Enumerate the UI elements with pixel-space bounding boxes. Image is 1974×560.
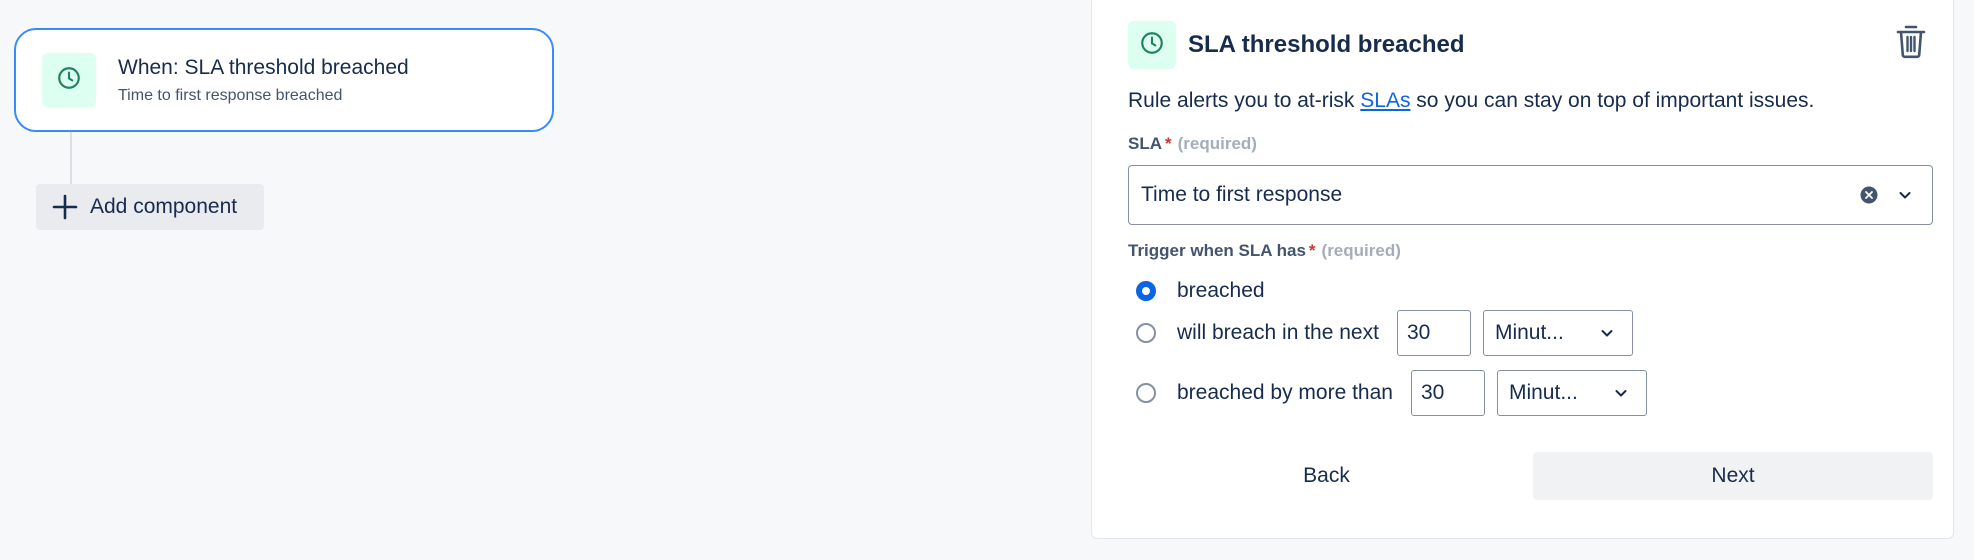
clock-icon bbox=[1139, 30, 1165, 61]
next-button[interactable]: Next bbox=[1533, 452, 1933, 500]
add-component-button[interactable]: Add component bbox=[36, 184, 264, 230]
radio-option-will-breach[interactable]: will breach in the next Minut... bbox=[1136, 309, 1633, 357]
rule-canvas: When: SLA threshold breached Time to fir… bbox=[0, 0, 1090, 560]
trigger-subtitle: Time to first response breached bbox=[118, 86, 343, 104]
radio-option-breached[interactable]: breached bbox=[1136, 267, 1265, 315]
panel-icon-box bbox=[1128, 21, 1176, 69]
breached-by-unit-select[interactable]: Minut... bbox=[1496, 370, 1647, 416]
sla-select[interactable]: Time to first response bbox=[1128, 165, 1933, 225]
radio-breached-by[interactable] bbox=[1136, 383, 1156, 403]
description-text: Rule alerts you to at-risk SLAs so you c… bbox=[1128, 89, 1814, 113]
sla-label-text: SLA bbox=[1128, 134, 1162, 153]
trigger-card[interactable]: When: SLA threshold breached Time to fir… bbox=[14, 28, 554, 132]
component-config-panel: SLA threshold breached Rule alerts you t… bbox=[1091, 0, 1954, 539]
description-after: so you can stay on top of important issu… bbox=[1410, 89, 1815, 112]
required-text: (required) bbox=[1321, 241, 1401, 260]
delete-button[interactable] bbox=[1893, 23, 1929, 63]
unit-select-value: Minut... bbox=[1508, 381, 1578, 404]
trigger-title: When: SLA threshold breached bbox=[118, 55, 409, 79]
slas-link[interactable]: SLAs bbox=[1360, 89, 1410, 112]
trash-icon bbox=[1896, 23, 1926, 64]
unit-select-value: Minut... bbox=[1494, 321, 1564, 344]
panel-title: SLA threshold breached bbox=[1188, 31, 1465, 58]
description-before: Rule alerts you to at-risk bbox=[1128, 89, 1361, 112]
radio-label[interactable]: breached bbox=[1177, 279, 1265, 303]
clock-icon bbox=[56, 65, 82, 96]
trigger-icon-box bbox=[42, 53, 96, 107]
radio-label[interactable]: breached by more than bbox=[1177, 381, 1393, 405]
back-button[interactable]: Back bbox=[1128, 452, 1525, 500]
trigger-label-text: Trigger when SLA has bbox=[1128, 241, 1306, 260]
breached-by-amount-input[interactable] bbox=[1410, 370, 1485, 416]
connector-line bbox=[70, 132, 72, 186]
add-component-label: Add component bbox=[90, 195, 238, 218]
clear-icon[interactable] bbox=[1858, 184, 1880, 206]
will-breach-amount-input[interactable] bbox=[1396, 310, 1471, 356]
trigger-field-label: Trigger when SLA has * (required) bbox=[1128, 241, 1401, 261]
will-breach-unit-select[interactable]: Minut... bbox=[1482, 310, 1633, 356]
radio-will-breach[interactable] bbox=[1136, 323, 1156, 343]
required-star: * bbox=[1308, 241, 1316, 260]
required-star: * bbox=[1165, 134, 1172, 153]
radio-option-breached-by[interactable]: breached by more than Minut... bbox=[1136, 369, 1647, 417]
radio-breached[interactable] bbox=[1136, 281, 1156, 301]
panel-header: SLA threshold breached bbox=[1128, 21, 1465, 69]
chevron-down-icon bbox=[1894, 184, 1916, 206]
sla-field-label: SLA * (required) bbox=[1128, 134, 1257, 154]
sla-select-value: Time to first response bbox=[1141, 183, 1343, 206]
radio-label[interactable]: will breach in the next bbox=[1177, 321, 1379, 345]
chevron-down-icon bbox=[1596, 322, 1618, 344]
plus-icon bbox=[50, 192, 80, 222]
chevron-down-icon bbox=[1610, 382, 1632, 404]
required-text: (required) bbox=[1177, 134, 1257, 153]
